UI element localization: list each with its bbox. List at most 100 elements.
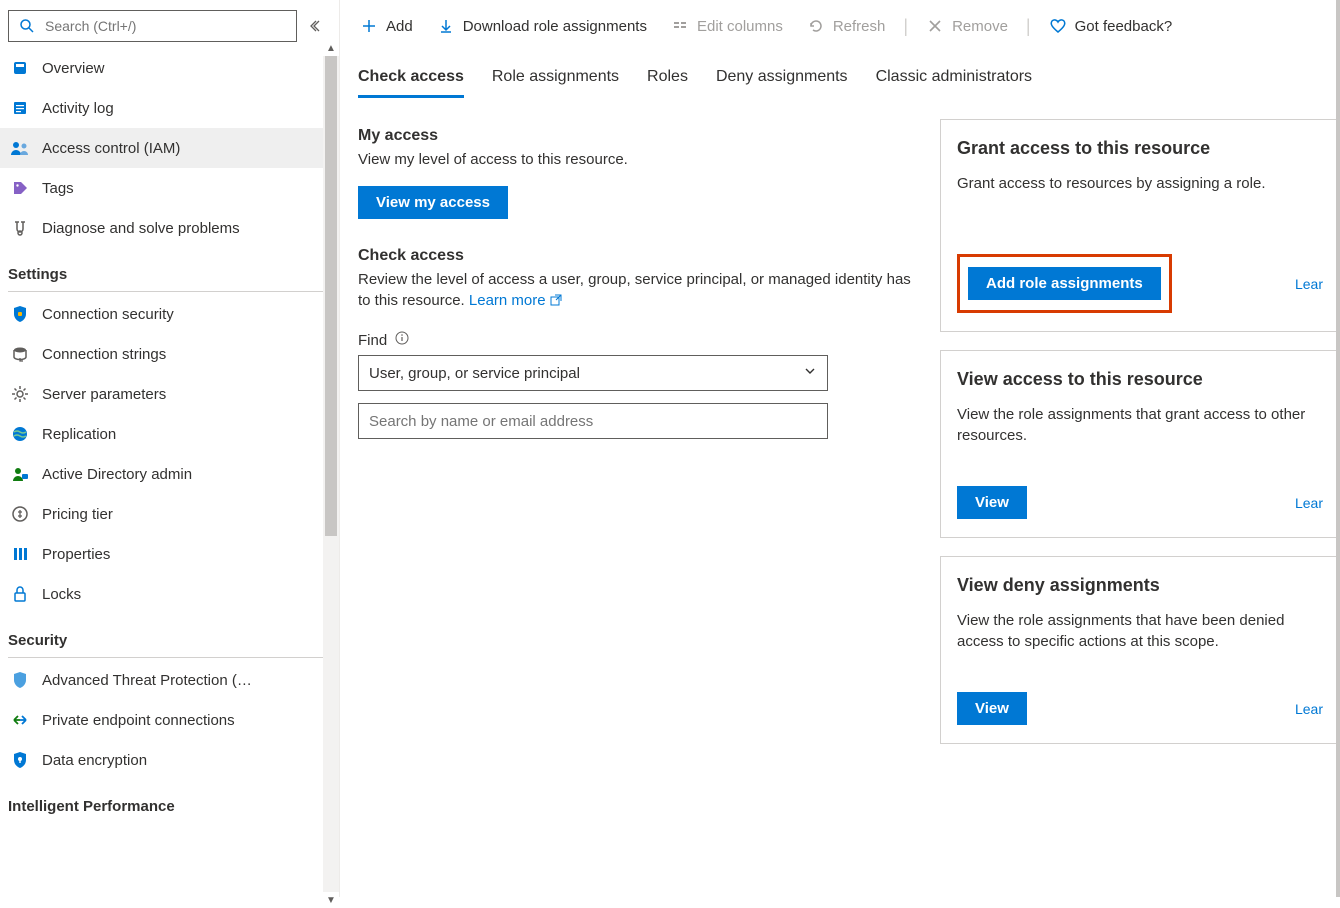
sidebar-item-server-parameters[interactable]: Server parameters — [0, 374, 339, 414]
myaccess-desc: View my level of access to this resource… — [358, 149, 916, 170]
tab-deny-assignments[interactable]: Deny assignments — [716, 60, 848, 96]
plus-icon — [360, 17, 378, 35]
main-content: Add Download role assignments Edit colum… — [340, 0, 1340, 897]
content-right: Grant access to this resource Grant acce… — [940, 97, 1340, 897]
tags-icon — [10, 178, 30, 198]
divider — [8, 291, 331, 292]
divider — [8, 657, 331, 658]
refresh-button: Refresh — [797, 11, 896, 41]
card-desc: View the role assignments that grant acc… — [957, 404, 1323, 446]
info-icon[interactable] — [395, 331, 409, 349]
tab-role-assignments[interactable]: Role assignments — [492, 60, 619, 96]
sidebar: Overview Activity log Access control (IA… — [0, 0, 340, 897]
tab-roles[interactable]: Roles — [647, 60, 688, 96]
toolbar-separator: | — [1022, 16, 1035, 37]
view-button[interactable]: View — [957, 692, 1027, 725]
search-box[interactable] — [8, 10, 297, 42]
section-header-security: Security — [0, 614, 339, 655]
card-desc: View the role assignments that have been… — [957, 610, 1323, 652]
learn-link[interactable]: Lear — [1295, 701, 1323, 717]
myaccess-title: My access — [358, 127, 916, 145]
sidebar-item-pricing-tier[interactable]: Pricing tier — [0, 494, 339, 534]
sidebar-item-diagnose[interactable]: Diagnose and solve problems — [0, 208, 339, 248]
view-my-access-button[interactable]: View my access — [358, 186, 508, 219]
sidebar-scrollbar[interactable]: ▲ ▼ — [323, 56, 339, 892]
encrypt-icon — [10, 750, 30, 770]
sidebar-item-ad-admin[interactable]: Active Directory admin — [0, 454, 339, 494]
pricing-icon — [10, 504, 30, 524]
sidebar-item-replication[interactable]: Replication — [0, 414, 339, 454]
sidebar-item-advanced-threat[interactable]: Advanced Threat Protection (… — [0, 660, 339, 700]
find-search-input[interactable] — [358, 403, 828, 439]
tab-classic-administrators[interactable]: Classic administrators — [876, 60, 1032, 96]
activity-icon — [10, 98, 30, 118]
card-view-deny: View deny assignments View the role assi… — [940, 556, 1340, 744]
download-icon — [437, 17, 455, 35]
toolbar-separator: | — [899, 16, 912, 37]
sidebar-item-overview[interactable]: Overview — [0, 48, 339, 88]
sidebar-item-label: Server parameters — [42, 386, 166, 403]
highlight-box: Add role assignments — [957, 254, 1172, 313]
find-select[interactable]: User, group, or service principal — [358, 355, 828, 391]
columns-icon — [671, 17, 689, 35]
card-title: View access to this resource — [957, 369, 1323, 390]
sidebar-item-label: Connection strings — [42, 346, 166, 363]
card-title: View deny assignments — [957, 575, 1323, 596]
search-icon — [17, 16, 37, 36]
learn-link[interactable]: Lear — [1295, 276, 1323, 292]
sidebar-item-label: Locks — [42, 586, 81, 603]
collapse-sidebar-button[interactable] — [303, 12, 331, 40]
feedback-button[interactable]: Got feedback? — [1039, 11, 1183, 41]
sidebar-item-label: Advanced Threat Protection (… — [42, 672, 252, 689]
card-desc: Grant access to resources by assigning a… — [957, 173, 1323, 194]
sidebar-item-access-control[interactable]: Access control (IAM) — [0, 128, 339, 168]
toolbar-label: Edit columns — [697, 18, 783, 35]
sidebar-item-activity-log[interactable]: Activity log — [0, 88, 339, 128]
check-access-title: Check access — [358, 247, 916, 265]
sidebar-item-locks[interactable]: Locks — [0, 574, 339, 614]
add-button[interactable]: Add — [350, 11, 423, 41]
iam-icon — [10, 138, 30, 158]
sidebar-item-label: Pricing tier — [42, 506, 113, 523]
card-grant-access: Grant access to this resource Grant acce… — [940, 119, 1340, 332]
sidebar-item-tags[interactable]: Tags — [0, 168, 339, 208]
sidebar-nav: Overview Activity log Access control (IA… — [0, 48, 339, 897]
view-button[interactable]: View — [957, 486, 1027, 519]
check-access-desc: Review the level of access a user, group… — [358, 269, 916, 311]
toolbar-label: Got feedback? — [1075, 18, 1173, 35]
toolbar-label: Download role assignments — [463, 18, 647, 35]
section-header-intelligent-performance: Intelligent Performance — [0, 780, 339, 821]
sidebar-item-label: Connection security — [42, 306, 174, 323]
search-input[interactable] — [45, 18, 288, 34]
sidebar-item-properties[interactable]: Properties — [0, 534, 339, 574]
section-header-settings: Settings — [0, 248, 339, 289]
toolbar-label: Remove — [952, 18, 1008, 35]
toolbar-label: Add — [386, 18, 413, 35]
sidebar-item-label: Access control (IAM) — [42, 140, 180, 157]
sidebar-item-connection-strings[interactable]: Connection strings — [0, 334, 339, 374]
content-left: My access View my level of access to thi… — [340, 97, 940, 897]
main-scrollbar[interactable] — [1336, 0, 1340, 897]
sidebar-item-connection-security[interactable]: Connection security — [0, 294, 339, 334]
sidebar-item-label: Private endpoint connections — [42, 712, 235, 729]
sidebar-item-label: Activity log — [42, 100, 114, 117]
heart-icon — [1049, 17, 1067, 35]
card-title: Grant access to this resource — [957, 138, 1323, 159]
learn-link[interactable]: Lear — [1295, 495, 1323, 511]
properties-icon — [10, 544, 30, 564]
scroll-down-arrow[interactable]: ▼ — [323, 892, 339, 908]
sidebar-item-private-endpoint[interactable]: Private endpoint connections — [0, 700, 339, 740]
connection-strings-icon — [10, 344, 30, 364]
add-role-assignments-button[interactable]: Add role assignments — [968, 267, 1161, 300]
sidebar-item-data-encryption[interactable]: Data encryption — [0, 740, 339, 780]
sidebar-item-label: Properties — [42, 546, 110, 563]
sidebar-item-label: Diagnose and solve problems — [42, 220, 240, 237]
learn-more-link[interactable]: Learn more — [469, 292, 562, 309]
admin-icon — [10, 464, 30, 484]
scroll-up-arrow[interactable]: ▲ — [323, 40, 339, 56]
edit-columns-button: Edit columns — [661, 11, 793, 41]
download-button[interactable]: Download role assignments — [427, 11, 657, 41]
tab-check-access[interactable]: Check access — [358, 60, 464, 96]
sidebar-item-label: Active Directory admin — [42, 466, 192, 483]
scrollbar-thumb[interactable] — [325, 56, 337, 536]
